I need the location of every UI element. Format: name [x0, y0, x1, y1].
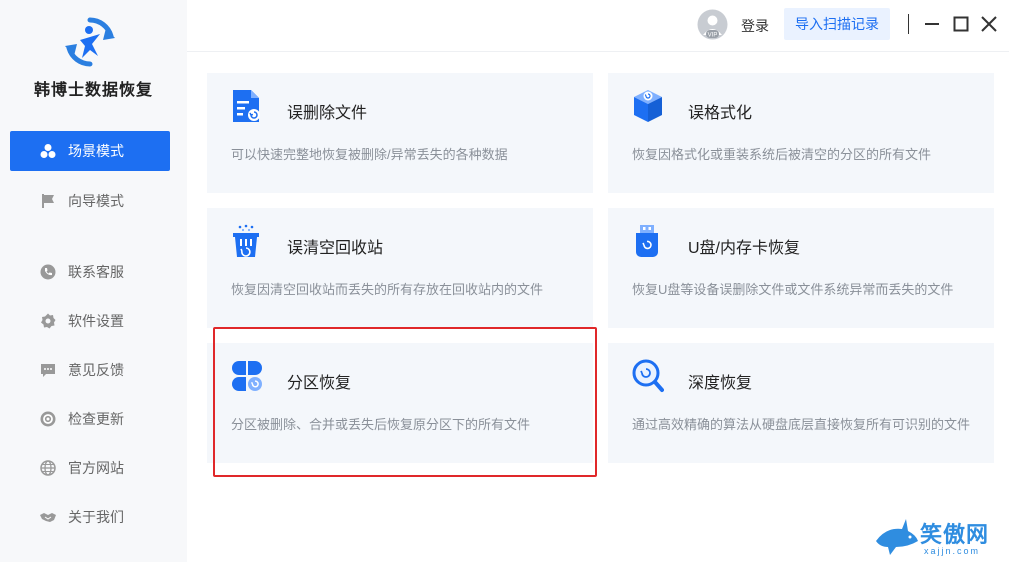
- app-logo: [65, 17, 115, 67]
- scene-icon: [40, 143, 56, 159]
- watermark-text: 笑傲网: [920, 523, 990, 548]
- sidebar: 韩博士数据恢复 场景模式 向导模式 联系客服 软件设置 意见反馈 检查更新 官方…: [0, 0, 187, 562]
- card-usb-drive[interactable]: U盘/内存卡恢复 恢复U盘等设备误删除文件或文件系统异常而丢失的文件: [608, 208, 994, 328]
- refresh-icon: [40, 411, 56, 427]
- card-description: 恢复因清空回收站而丢失的所有存放在回收站内的文件: [231, 282, 544, 297]
- card-description: 通过高效精确的算法从硬盘底层直接恢复所有可识别的文件: [632, 417, 971, 432]
- sidebar-item-label: 联系客服: [68, 264, 124, 280]
- sidebar-item-settings[interactable]: 软件设置: [10, 301, 170, 341]
- phone-icon: [40, 264, 56, 280]
- card-description: 分区被删除、合并或丢失后恢复原分区下的所有文件: [231, 417, 531, 432]
- sidebar-item-label: 场景模式: [68, 143, 124, 159]
- sidebar-item-guide-mode[interactable]: 向导模式: [10, 181, 170, 221]
- toolbar-divider: [908, 14, 909, 34]
- sidebar-item-label: 检查更新: [68, 411, 124, 427]
- gear-icon: [40, 313, 56, 329]
- recycle-bin-icon: [233, 224, 259, 257]
- card-title: 分区恢复: [287, 375, 352, 392]
- import-scan-record-button[interactable]: 导入扫描记录: [784, 8, 890, 40]
- minimize-icon[interactable]: [920, 12, 944, 36]
- title-bar: VIP 登录 导入扫描记录: [187, 0, 1009, 52]
- document-restore-icon: [233, 90, 260, 122]
- card-partition-recovery[interactable]: 分区恢复 分区被删除、合并或丢失后恢复原分区下的所有文件: [207, 343, 593, 463]
- card-title: 误格式化: [688, 105, 753, 122]
- globe-icon: [40, 460, 56, 476]
- sidebar-item-website[interactable]: 官方网站: [10, 448, 170, 488]
- card-deleted-files[interactable]: 误删除文件 可以快速完整地恢复被删除/异常丢失的各种数据: [207, 73, 593, 193]
- card-title: U盘/内存卡恢复: [688, 240, 801, 257]
- card-deep-recovery[interactable]: 深度恢复 通过高效精确的算法从硬盘底层直接恢复所有可识别的文件: [608, 343, 994, 463]
- login-link[interactable]: 登录: [741, 16, 769, 36]
- watermark-url: xajjn.com: [924, 546, 981, 556]
- card-title: 误清空回收站: [287, 240, 384, 257]
- magnifier-icon: [632, 359, 664, 392]
- sidebar-item-contact[interactable]: 联系客服: [10, 252, 170, 292]
- message-icon: [40, 362, 56, 378]
- card-recycle-bin[interactable]: 误清空回收站 恢复因清空回收站而丢失的所有存放在回收站内的文件: [207, 208, 593, 328]
- sidebar-item-check-update[interactable]: 检查更新: [10, 399, 170, 439]
- card-description: 恢复U盘等设备误删除文件或文件系统异常而丢失的文件: [632, 282, 954, 297]
- sidebar-item-scene-mode[interactable]: 场景模式: [10, 131, 170, 171]
- flag-icon: [40, 193, 56, 209]
- sidebar-item-feedback[interactable]: 意见反馈: [10, 350, 170, 390]
- card-formatted[interactable]: 误格式化 恢复因格式化或重装系统后被清空的分区的所有文件: [608, 73, 994, 193]
- sidebar-item-label: 软件设置: [68, 313, 124, 329]
- cube-restore-icon: [634, 90, 662, 122]
- sidebar-item-label: 向导模式: [68, 193, 124, 209]
- usb-drive-icon: [636, 225, 658, 257]
- close-icon[interactable]: [977, 12, 1001, 36]
- app-title: 韩博士数据恢复: [33, 82, 153, 99]
- card-description: 恢复因格式化或重装系统后被清空的分区的所有文件: [632, 147, 932, 162]
- sidebar-item-label: 意见反馈: [68, 362, 124, 378]
- partition-icon: [232, 361, 262, 391]
- avatar[interactable]: VIP: [697, 9, 728, 40]
- sidebar-item-about[interactable]: 关于我们: [10, 497, 170, 537]
- sidebar-item-label: 官方网站: [68, 460, 124, 476]
- sidebar-item-label: 关于我们: [68, 509, 124, 525]
- card-title: 误删除文件: [287, 105, 368, 122]
- shark-logo-icon: [876, 519, 918, 555]
- watermark: 笑傲网 xajjn.com: [872, 515, 1009, 562]
- card-description: 可以快速完整地恢复被删除/异常丢失的各种数据: [231, 147, 508, 162]
- card-title: 深度恢复: [688, 375, 753, 392]
- vip-badge: VIP: [708, 32, 718, 38]
- maximize-icon[interactable]: [949, 12, 973, 36]
- handshake-icon: [40, 509, 56, 525]
